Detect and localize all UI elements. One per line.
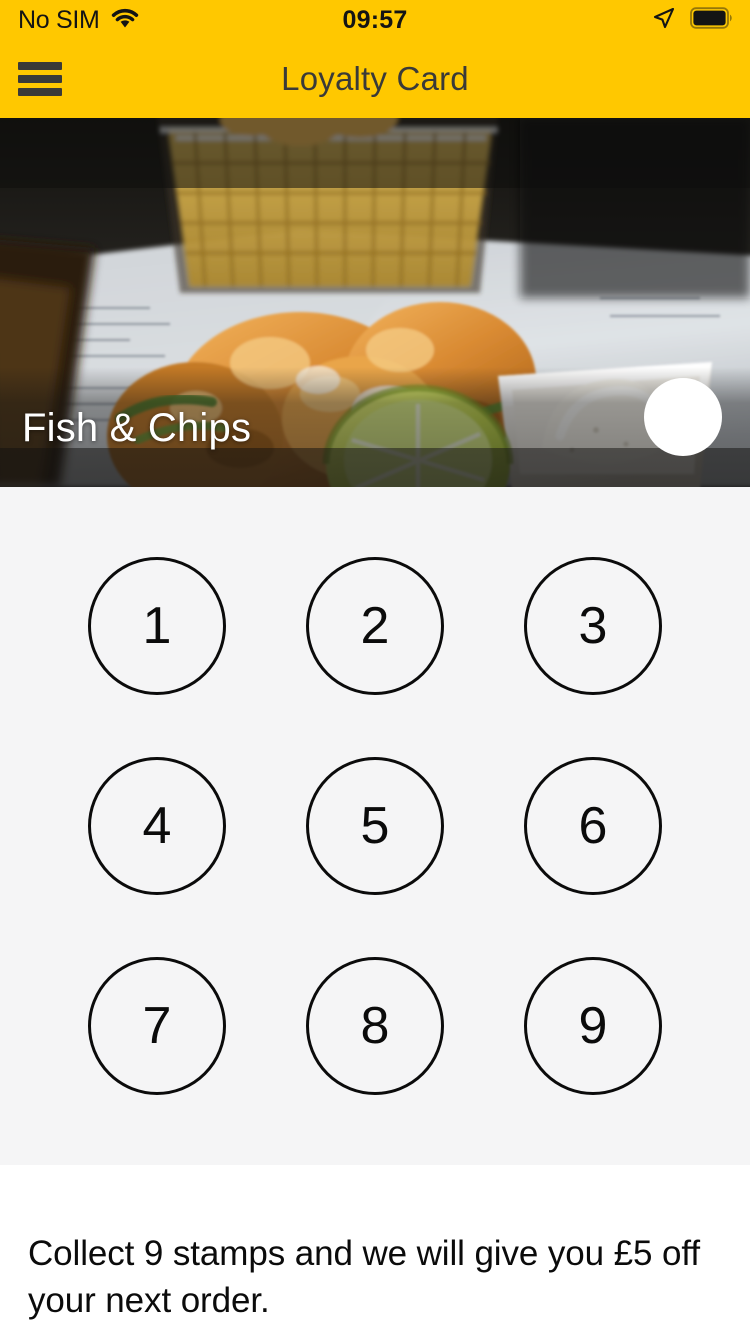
hero-image: Fish & Chips <box>0 118 750 487</box>
clock-label: 09:57 <box>342 5 408 34</box>
stamp-number: 2 <box>360 597 390 655</box>
stamp-circle[interactable]: 1 <box>88 557 226 695</box>
battery-full-icon <box>690 6 734 34</box>
stamp-number: 8 <box>360 997 390 1055</box>
status-bar: No SIM 09:57 <box>0 0 750 40</box>
stamp-number: 9 <box>578 997 608 1055</box>
reward-note: Collect 9 stamps and we will give you £5… <box>0 1165 750 1334</box>
stamp-row: 1 2 3 <box>88 557 662 695</box>
stamp-circle[interactable]: 5 <box>306 757 444 895</box>
nav-bar: Loyalty Card <box>0 40 750 118</box>
status-bar-right <box>652 6 734 35</box>
page-title: Loyalty Card <box>281 60 469 97</box>
share-button[interactable] <box>644 378 722 456</box>
stamp-number: 6 <box>578 797 608 855</box>
stamp-number: 5 <box>360 797 390 855</box>
reward-note-text: Collect 9 stamps and we will give you £5… <box>28 1234 700 1320</box>
stamp-circle[interactable]: 8 <box>306 957 444 1095</box>
stamp-number: 1 <box>142 597 172 655</box>
hero-title: Fish & Chips <box>22 406 252 450</box>
stamp-number: 3 <box>578 597 608 655</box>
stamp-row: 7 8 9 <box>88 957 662 1095</box>
stamp-grid: 1 2 3 4 5 6 7 8 9 <box>0 487 750 1165</box>
stamp-number: 4 <box>142 797 172 855</box>
location-arrow-icon <box>652 6 676 35</box>
stamp-row: 4 5 6 <box>88 757 662 895</box>
loyalty-card-screen: No SIM 09:57 Loyalty Card Fish & Chips 1… <box>0 0 750 1334</box>
stamp-circle[interactable]: 9 <box>524 957 662 1095</box>
stamp-number: 7 <box>142 997 172 1055</box>
stamp-circle[interactable]: 7 <box>88 957 226 1095</box>
stamp-circle[interactable]: 6 <box>524 757 662 895</box>
stamp-circle[interactable]: 4 <box>88 757 226 895</box>
stamp-circle[interactable]: 3 <box>524 557 662 695</box>
stamp-circle[interactable]: 2 <box>306 557 444 695</box>
